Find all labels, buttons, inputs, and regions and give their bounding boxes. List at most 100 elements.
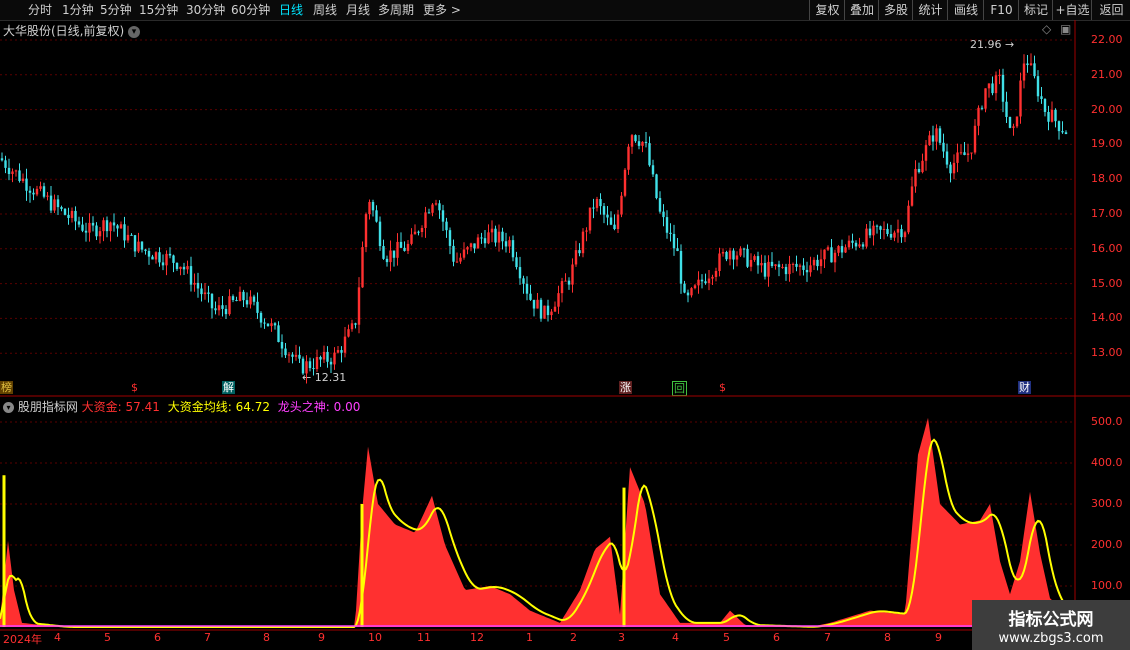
candle-body bbox=[665, 217, 669, 233]
candle-body bbox=[378, 221, 382, 247]
candle-body bbox=[522, 278, 525, 284]
candle-body bbox=[375, 210, 378, 222]
candle-body bbox=[161, 262, 165, 266]
candle-body bbox=[46, 195, 49, 197]
candle-body bbox=[970, 152, 973, 154]
candle-body bbox=[564, 280, 567, 282]
candle-body bbox=[462, 249, 466, 258]
candle-body bbox=[95, 225, 98, 237]
candle-body bbox=[536, 299, 539, 309]
candle-body bbox=[154, 252, 158, 260]
candle-body bbox=[4, 160, 7, 168]
candle-body bbox=[70, 210, 74, 218]
watermark-url: www.zbgs3.com bbox=[998, 631, 1104, 646]
candle-body bbox=[599, 199, 602, 207]
candle-body bbox=[340, 350, 343, 353]
candle-body bbox=[651, 165, 655, 175]
candle-body bbox=[448, 230, 452, 246]
candle-body bbox=[238, 291, 242, 301]
candle-body bbox=[305, 361, 308, 374]
candle-body bbox=[21, 178, 25, 182]
candle-body bbox=[497, 231, 501, 243]
candle-body bbox=[837, 246, 840, 253]
candle-body bbox=[588, 207, 592, 231]
candle-body bbox=[606, 214, 609, 218]
candle-body bbox=[830, 247, 833, 263]
candle-body bbox=[515, 257, 518, 268]
candle-body bbox=[984, 88, 987, 109]
candle-body bbox=[963, 152, 966, 156]
candle-body bbox=[637, 141, 641, 146]
candle-body bbox=[263, 322, 266, 324]
candle-body bbox=[1033, 63, 1036, 77]
candle-body bbox=[518, 267, 522, 279]
candle-body bbox=[907, 205, 910, 233]
candle-body bbox=[126, 234, 130, 241]
candle-body bbox=[700, 279, 704, 282]
candle-body bbox=[973, 125, 977, 153]
candle-body bbox=[60, 207, 63, 209]
candle-body bbox=[88, 222, 91, 233]
candle-body bbox=[1008, 116, 1012, 128]
candle-body bbox=[186, 266, 189, 270]
candle-body bbox=[886, 228, 889, 235]
candle-body bbox=[949, 164, 952, 174]
candle-body bbox=[413, 231, 417, 235]
candle-body bbox=[532, 299, 536, 309]
candle-body bbox=[879, 226, 882, 230]
candle-body bbox=[172, 255, 175, 263]
candle-body bbox=[823, 249, 826, 260]
candle-body bbox=[140, 241, 144, 250]
candle-body bbox=[487, 232, 490, 244]
candle-body bbox=[795, 263, 798, 267]
candle-body bbox=[455, 261, 459, 263]
candle-body bbox=[273, 323, 277, 326]
candle-body bbox=[326, 351, 329, 362]
candle-body bbox=[928, 135, 931, 146]
candle-body bbox=[480, 237, 483, 239]
candle-body bbox=[956, 152, 959, 163]
candle-body bbox=[686, 292, 690, 296]
candle-body bbox=[655, 174, 658, 199]
candle-body bbox=[252, 296, 256, 302]
candle-body bbox=[553, 306, 557, 312]
candle-body bbox=[609, 217, 613, 225]
candle-body bbox=[350, 323, 354, 330]
candle-body bbox=[704, 281, 707, 284]
chart-canvas[interactable] bbox=[0, 0, 1130, 650]
candle-body bbox=[417, 231, 420, 233]
candle-body bbox=[525, 283, 529, 294]
candle-body bbox=[256, 301, 259, 313]
candle-body bbox=[634, 135, 637, 142]
candle-body bbox=[749, 259, 753, 267]
candle-body bbox=[175, 262, 179, 269]
candle-body bbox=[424, 212, 427, 228]
candle-body bbox=[868, 228, 872, 236]
candle-body bbox=[966, 153, 970, 156]
candle-body bbox=[329, 361, 333, 365]
candle-body bbox=[574, 250, 578, 265]
candle-body bbox=[459, 257, 462, 262]
candle-body bbox=[14, 170, 18, 172]
candle-body bbox=[438, 203, 441, 211]
candle-body bbox=[508, 240, 511, 247]
candle-body bbox=[914, 168, 917, 187]
candle-body bbox=[228, 296, 231, 315]
candle-body bbox=[501, 231, 504, 242]
candle-body bbox=[368, 201, 371, 215]
candle-body bbox=[858, 244, 861, 247]
candle-body bbox=[147, 250, 151, 257]
candle-body bbox=[707, 278, 711, 284]
candle-body bbox=[732, 250, 735, 260]
candle-body bbox=[585, 230, 588, 232]
indicator-area bbox=[0, 417, 1068, 627]
candle-body bbox=[693, 285, 697, 289]
candle-body bbox=[770, 261, 774, 266]
candle-body bbox=[333, 352, 336, 365]
candle-body bbox=[284, 348, 287, 356]
candle-body bbox=[798, 265, 802, 267]
candle-body bbox=[221, 305, 224, 309]
candle-body bbox=[812, 259, 816, 266]
candle-body bbox=[32, 192, 35, 195]
candle-body bbox=[711, 276, 714, 279]
